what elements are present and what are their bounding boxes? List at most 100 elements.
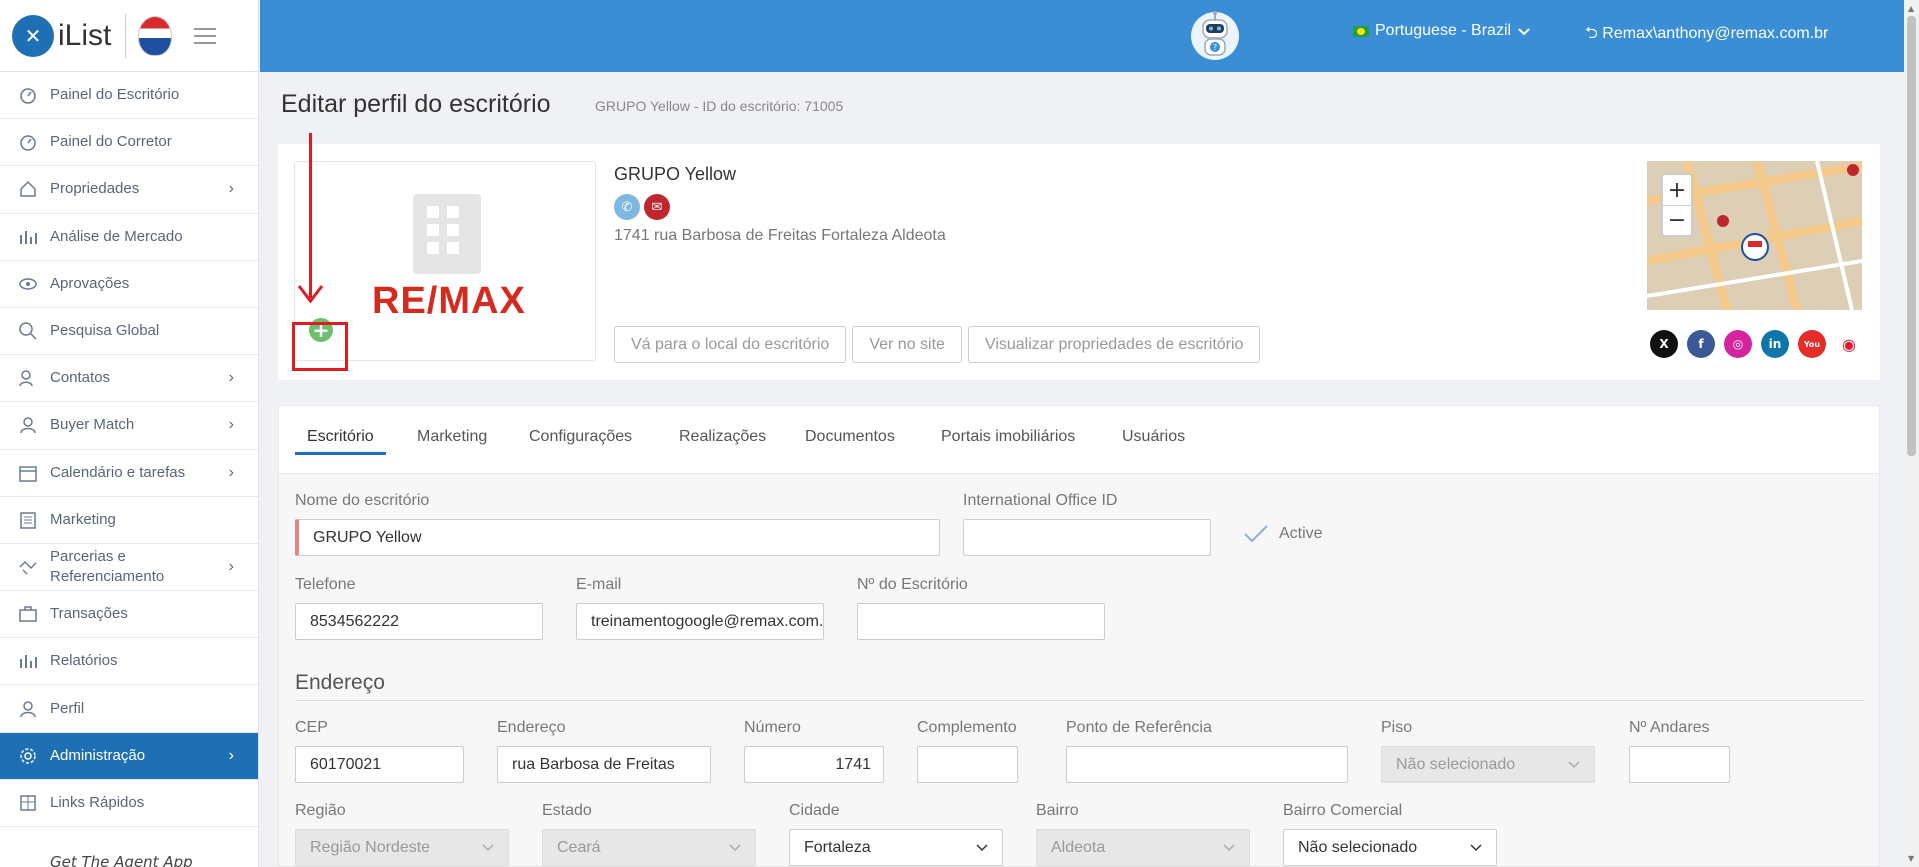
sidebar-item-label: Links Rápidos <box>50 793 145 811</box>
tab-portais[interactable]: Portais imobiliários <box>941 428 1075 446</box>
intl-id-field[interactable] <box>963 519 1211 556</box>
floor-label: Piso <box>1381 719 1413 736</box>
linkedin-icon[interactable]: in <box>1761 330 1789 358</box>
tab-configuracoes[interactable]: Configurações <box>529 428 632 446</box>
sidebar-item-label: Relatórios <box>50 652 118 670</box>
email-label: E-mail <box>576 576 622 593</box>
handshake-icon <box>18 557 38 577</box>
commercial-district-select[interactable]: Não selecionado <box>1283 829 1497 866</box>
sidebar-item-administracao[interactable]: Administração › <box>0 732 258 780</box>
sidebar-item-relatorios[interactable]: Relatórios <box>0 638 258 686</box>
active-toggle[interactable]: Active <box>1243 524 1323 544</box>
office-form-card: Escritório Marketing Configurações Reali… <box>278 405 1880 867</box>
topbar: ? Portuguese - Brazil ⮌ Remax\anthony@re… <box>260 0 1919 72</box>
gear-icon <box>18 746 38 766</box>
office-number-field[interactable] <box>857 603 1105 640</box>
sidebar-item-transacoes[interactable]: Transações <box>0 591 258 639</box>
region-select-value: Região Nordeste <box>310 838 431 856</box>
sidebar-item-label: Propriedades <box>50 180 140 198</box>
tab-documentos[interactable]: Documentos <box>805 428 895 446</box>
get-agent-app[interactable]: Get The Agent App <box>50 853 193 867</box>
street-field[interactable]: rua Barbosa de Freitas <box>497 746 711 783</box>
hamburger-menu-icon[interactable] <box>194 27 217 44</box>
sidebar-item-calendario-e-tarefas[interactable]: Calendário e tarefas › <box>0 450 258 497</box>
weibo-icon[interactable]: ◉ <box>1835 330 1863 358</box>
sidebar-nav: Painel do Escritório Painel do Corretor Pr… <box>0 72 258 827</box>
cep-field[interactable]: 60170021 <box>295 746 464 783</box>
chevron-down-icon <box>729 843 741 851</box>
sidebar-item-contatos[interactable]: Contatos › <box>0 355 258 403</box>
sidebar-item-perfil[interactable]: Perfil <box>0 685 258 733</box>
number-field[interactable]: 1741 <box>744 746 884 783</box>
mail-icon[interactable]: ✉ <box>644 194 670 220</box>
city-select[interactable]: Fortaleza <box>789 829 1003 866</box>
sidebar-item-painel-do-corretor[interactable]: Painel do Corretor <box>0 119 258 167</box>
floors-count-field[interactable] <box>1629 746 1730 783</box>
office-number-label: Nº do Escritório <box>857 576 968 593</box>
office-name-field[interactable]: GRUPO Yellow <box>295 519 940 556</box>
phone-icon[interactable]: ✆ <box>614 194 640 220</box>
page-scrollbar[interactable]: ▲ ▼ <box>1904 0 1919 867</box>
complement-field[interactable] <box>917 746 1018 783</box>
youtube-icon[interactable]: You <box>1798 330 1826 358</box>
sidebar: ✕ iList Painel do Escritório Painel do Co… <box>0 0 259 867</box>
go-to-office-location-button[interactable]: Vá para o local do escritório <box>614 326 847 363</box>
user-label: Remax\anthony@remax.com.br <box>1602 25 1829 42</box>
tab-realizacoes[interactable]: Realizações <box>679 428 766 446</box>
brazil-flag-icon <box>1353 25 1369 37</box>
tab-escritorio[interactable]: Escritório <box>295 428 386 455</box>
sidebar-item-parcerias-e-referenciamento[interactable]: Parcerias e Referenciamento › <box>0 544 258 592</box>
bar-chart-icon <box>18 227 38 247</box>
view-on-site-button[interactable]: Ver no site <box>852 326 962 363</box>
bar-chart-icon <box>18 651 38 671</box>
tab-usuarios[interactable]: Usuários <box>1122 428 1185 446</box>
chevron-down-icon <box>1470 843 1482 851</box>
x-icon[interactable]: X <box>1650 330 1678 358</box>
sidebar-item-pesquisa-global[interactable]: Pesquisa Global <box>0 308 258 356</box>
sidebar-item-marketing[interactable]: Marketing <box>0 497 258 544</box>
phone-field[interactable]: 8534562222 <box>295 603 543 640</box>
view-office-properties-button[interactable]: Visualizar propriedades de escritório <box>967 326 1261 363</box>
state-select-value: Ceará <box>557 838 601 856</box>
sidebar-item-analise-de-mercado[interactable]: Análise de Mercado <box>0 214 258 261</box>
state-label: Estado <box>542 802 592 819</box>
floor-select-value: Não selecionado <box>1396 755 1516 773</box>
eye-icon <box>18 274 38 294</box>
search-icon <box>18 321 38 341</box>
building-icon <box>413 194 481 274</box>
tab-marketing[interactable]: Marketing <box>417 428 487 446</box>
district-label: Bairro <box>1036 802 1079 819</box>
office-address: 1741 rua Barbosa de Freitas Fortaleza Al… <box>614 227 946 244</box>
help-robot-icon[interactable]: ? <box>1188 6 1242 62</box>
office-name-label: Nome do escritório <box>295 492 430 509</box>
reference-field[interactable] <box>1066 746 1348 783</box>
scroll-up-icon[interactable]: ▲ <box>1908 4 1914 13</box>
sidebar-item-label: Transações <box>50 605 128 623</box>
sidebar-item-propriedades[interactable]: Propriedades › <box>0 166 258 214</box>
map-zoom-in-button[interactable]: + <box>1663 175 1691 205</box>
page-subtitle: GRUPO Yellow - ID do escritório: 71005 <box>595 98 844 114</box>
office-profile-card: RE/MAX + GRUPO Yellow ✆ ✉ 1741 rua Barbo… <box>278 144 1880 380</box>
office-map[interactable]: + − <box>1647 161 1862 310</box>
user-account[interactable]: ⮌ Remax\anthony@remax.com.br <box>1585 22 1828 49</box>
sidebar-item-buyer-match[interactable]: Buyer Match › <box>0 402 258 450</box>
map-zoom-out-button[interactable]: − <box>1663 205 1691 235</box>
svg-text:?: ? <box>1213 43 1217 52</box>
facebook-icon[interactable]: f <box>1687 330 1715 358</box>
sidebar-item-painel-do-escritorio[interactable]: Painel do Escritório <box>0 72 258 120</box>
sidebar-item-aprovacoes[interactable]: Aprovações <box>0 261 258 308</box>
sidebar-item-links-rapidos[interactable]: Links Rápidos <box>0 780 258 827</box>
social-links: X f ◎ in You ◉ <box>1650 330 1863 358</box>
scroll-down-icon[interactable]: ▼ <box>1908 854 1914 863</box>
language-selector[interactable]: Portuguese - Brazil <box>1353 22 1531 40</box>
email-field[interactable]: treinamentogoogle@remax.com.br <box>576 603 824 640</box>
city-label: Cidade <box>789 802 840 819</box>
sidebar-item-label: Buyer Match <box>50 416 135 434</box>
brand-name: iList <box>58 18 112 52</box>
instagram-icon[interactable]: ◎ <box>1724 330 1752 358</box>
sidebar-item-label: Aprovações <box>50 274 130 292</box>
region-select: Região Nordeste <box>295 829 509 866</box>
scrollbar-thumb[interactable] <box>1907 16 1916 456</box>
address-section-title: Endereço <box>295 671 385 694</box>
sidebar-item-label: Calendário e tarefas <box>50 463 186 481</box>
